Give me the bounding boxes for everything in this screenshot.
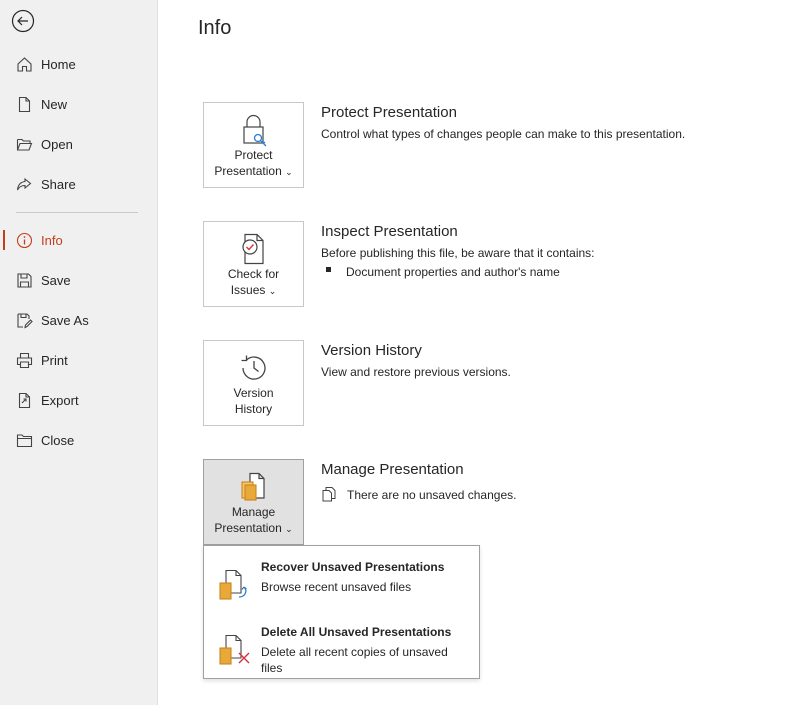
delete-unsaved-desc: Delete all recent copies of unsaved file… xyxy=(261,645,448,675)
nav-close[interactable]: Close xyxy=(0,422,157,458)
check-issues-label-line1: Check for xyxy=(227,267,280,281)
nav-save-as-label: Save As xyxy=(41,312,89,328)
share-icon xyxy=(16,177,32,191)
nav-share[interactable]: Share xyxy=(0,166,157,202)
recover-unsaved-menu-item[interactable]: Recover Unsaved Presentations Browse rec… xyxy=(204,551,479,611)
home-icon xyxy=(17,57,32,72)
nav-home-label: Home xyxy=(41,56,76,72)
version-section-desc: View and restore previous versions. xyxy=(321,365,511,379)
close-folder-icon xyxy=(16,434,33,448)
nav-home[interactable]: Home xyxy=(0,46,157,82)
new-doc-icon xyxy=(18,96,31,113)
chevron-down-icon: ⌄ xyxy=(285,524,293,534)
recover-unsaved-desc: Browse recent unsaved files xyxy=(261,580,412,594)
manage-section-title: Manage Presentation xyxy=(321,461,464,478)
save-as-icon xyxy=(17,313,33,329)
check-for-issues-button[interactable]: Check for Issues ⌄ xyxy=(203,221,304,307)
nav-open-label: Open xyxy=(41,136,73,152)
check-issues-label-line2: Issues xyxy=(230,283,266,297)
inspect-document-icon xyxy=(242,233,264,265)
manage-label-line2: Presentation xyxy=(214,521,282,535)
chevron-down-icon: ⌄ xyxy=(285,167,293,177)
delete-documents-icon xyxy=(219,634,250,665)
inspect-section-desc: Before publishing this file, be aware th… xyxy=(321,246,595,260)
export-icon xyxy=(18,392,31,409)
print-icon xyxy=(16,352,33,369)
delete-unsaved-menu-item[interactable]: Delete All Unsaved Presentations Delete … xyxy=(204,616,479,676)
recover-document-icon xyxy=(219,569,247,600)
lock-key-icon xyxy=(243,114,267,147)
nav-export-label: Export xyxy=(41,392,79,408)
inspect-section-title: Inspect Presentation xyxy=(321,223,458,240)
version-section-title: Version History xyxy=(321,342,422,359)
nav-share-label: Share xyxy=(41,176,76,192)
manage-presentation-button[interactable]: Manage Presentation ⌄ xyxy=(203,459,304,545)
manage-section-desc: There are no unsaved changes. xyxy=(347,488,517,502)
protect-section-desc: Control what types of changes people can… xyxy=(321,127,686,141)
nav-save-as[interactable]: Save As xyxy=(0,302,157,338)
save-icon xyxy=(17,273,32,288)
nav-info-label: Info xyxy=(41,232,63,248)
nav-print[interactable]: Print xyxy=(0,342,157,378)
nav-info[interactable]: Info xyxy=(0,222,157,258)
sidebar-divider xyxy=(16,212,138,213)
documents-icon xyxy=(322,487,336,502)
nav-open[interactable]: Open xyxy=(0,126,157,162)
version-history-label-line1: Version xyxy=(233,386,274,400)
protect-presentation-button[interactable]: Protect Presentation ⌄ xyxy=(203,102,304,188)
backstage-sidebar: Home New Open Share Info Save Save As Pr… xyxy=(0,0,158,705)
nav-close-label: Close xyxy=(41,432,75,448)
back-arrow-icon xyxy=(11,9,35,33)
delete-unsaved-title: Delete All Unsaved Presentations xyxy=(261,625,452,639)
chevron-down-icon: ⌄ xyxy=(268,286,277,296)
open-folder-icon xyxy=(16,138,33,151)
manage-presentation-dropdown: Recover Unsaved Presentations Browse rec… xyxy=(203,545,480,679)
nav-save[interactable]: Save xyxy=(0,262,157,298)
manage-documents-icon xyxy=(241,472,265,501)
nav-print-label: Print xyxy=(41,352,68,368)
manage-label-line1: Manage xyxy=(231,505,276,519)
inspect-bullet-text: Document properties and author's name xyxy=(346,265,560,279)
protect-button-label-line1: Protect xyxy=(234,148,273,162)
nav-export[interactable]: Export xyxy=(0,382,157,418)
nav-new-label: New xyxy=(41,96,68,112)
clock-history-icon xyxy=(241,355,266,380)
recover-unsaved-title: Recover Unsaved Presentations xyxy=(261,560,445,574)
protect-button-label-line2: Presentation xyxy=(214,164,282,178)
info-icon xyxy=(16,232,33,249)
nav-save-label: Save xyxy=(41,272,71,288)
page-title: Info xyxy=(198,17,232,39)
back-button[interactable] xyxy=(11,9,35,33)
protect-section-title: Protect Presentation xyxy=(321,104,457,121)
version-history-button[interactable]: Version History xyxy=(203,340,304,426)
bullet-marker xyxy=(326,267,331,272)
nav-new[interactable]: New xyxy=(0,86,157,122)
version-history-label-line2: History xyxy=(234,402,273,416)
